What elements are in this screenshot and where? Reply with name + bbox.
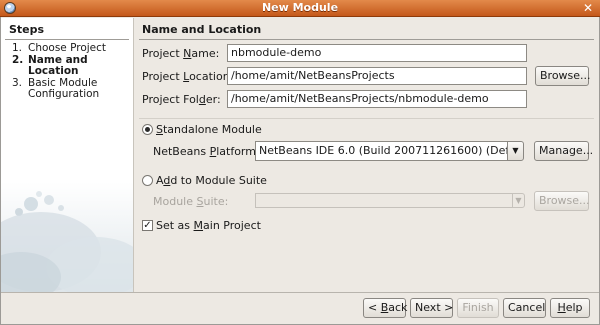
back-button[interactable]: < Back bbox=[363, 298, 407, 318]
step-item: 3. Basic Module Configuration bbox=[12, 78, 130, 100]
steps-heading: Steps bbox=[9, 23, 45, 36]
add-to-suite-radio[interactable] bbox=[142, 175, 153, 186]
help-button[interactable]: Help bbox=[550, 298, 590, 318]
chevron-down-icon[interactable]: ▼ bbox=[512, 193, 525, 208]
step-item: 1. Choose Project bbox=[12, 43, 130, 54]
close-icon[interactable]: ✕ bbox=[581, 1, 595, 15]
panel-divider bbox=[139, 39, 594, 40]
steps-divider bbox=[5, 39, 129, 40]
step-number: 2. bbox=[12, 54, 24, 66]
steps-list: 1. Choose Project 2. Name and Location 3… bbox=[12, 43, 130, 101]
title-bar: New Module ✕ bbox=[0, 0, 600, 17]
main-project-checkbox[interactable]: ✓ bbox=[142, 220, 153, 231]
main-project-label[interactable]: Set as Main Project bbox=[156, 219, 261, 232]
window-title: New Module bbox=[261, 1, 339, 14]
decorative-bubbles-graphic bbox=[1, 182, 133, 292]
project-location-field[interactable]: /home/amit/NetBeansProjects bbox=[227, 67, 527, 85]
project-name-field[interactable]: nbmodule-demo bbox=[227, 44, 527, 62]
browse-suite-button[interactable]: Browse... bbox=[534, 191, 590, 211]
project-location-label: Project Location: bbox=[142, 70, 234, 83]
cancel-button[interactable]: Cancel bbox=[503, 298, 546, 318]
finish-button[interactable]: Finish bbox=[457, 298, 499, 318]
module-suite-select[interactable] bbox=[255, 193, 513, 208]
project-folder-field[interactable]: /home/amit/NetBeansProjects/nbmodule-dem… bbox=[227, 90, 527, 108]
section-divider bbox=[139, 118, 594, 119]
add-to-suite-label[interactable]: Add to Module Suite bbox=[156, 174, 267, 187]
project-name-label: Project Name: bbox=[142, 47, 220, 60]
steps-pane: Steps 1. Choose Project 2. Name and Loca… bbox=[1, 18, 134, 292]
manage-platforms-button[interactable]: Manage... bbox=[534, 141, 593, 161]
netbeans-platform-select[interactable]: NetBeans IDE 6.0 (Build 200711261600) (D… bbox=[255, 141, 508, 161]
step-number: 1. bbox=[12, 42, 23, 54]
netbeans-platform-label: NetBeans Platform: bbox=[153, 145, 260, 158]
step-number: 3. bbox=[12, 77, 23, 89]
standalone-module-radio[interactable] bbox=[142, 124, 153, 135]
footer-divider bbox=[1, 292, 599, 293]
step-label: Choose Project bbox=[28, 42, 107, 54]
next-button[interactable]: Next > bbox=[410, 298, 453, 318]
panel-heading: Name and Location bbox=[142, 23, 262, 36]
standalone-module-label[interactable]: Standalone Module bbox=[156, 123, 262, 136]
step-label: Basic Module Configuration bbox=[28, 77, 100, 100]
step-item-active: 2. Name and Location bbox=[12, 55, 130, 77]
module-suite-label: Module Suite: bbox=[153, 195, 229, 208]
chevron-down-icon[interactable]: ▼ bbox=[507, 141, 524, 161]
step-label: Name and Location bbox=[28, 54, 88, 77]
browse-location-button[interactable]: Browse... bbox=[535, 66, 591, 86]
project-folder-label: Project Folder: bbox=[142, 93, 221, 106]
content-pane: Name and Location Project Name: nbmodule… bbox=[135, 18, 598, 292]
